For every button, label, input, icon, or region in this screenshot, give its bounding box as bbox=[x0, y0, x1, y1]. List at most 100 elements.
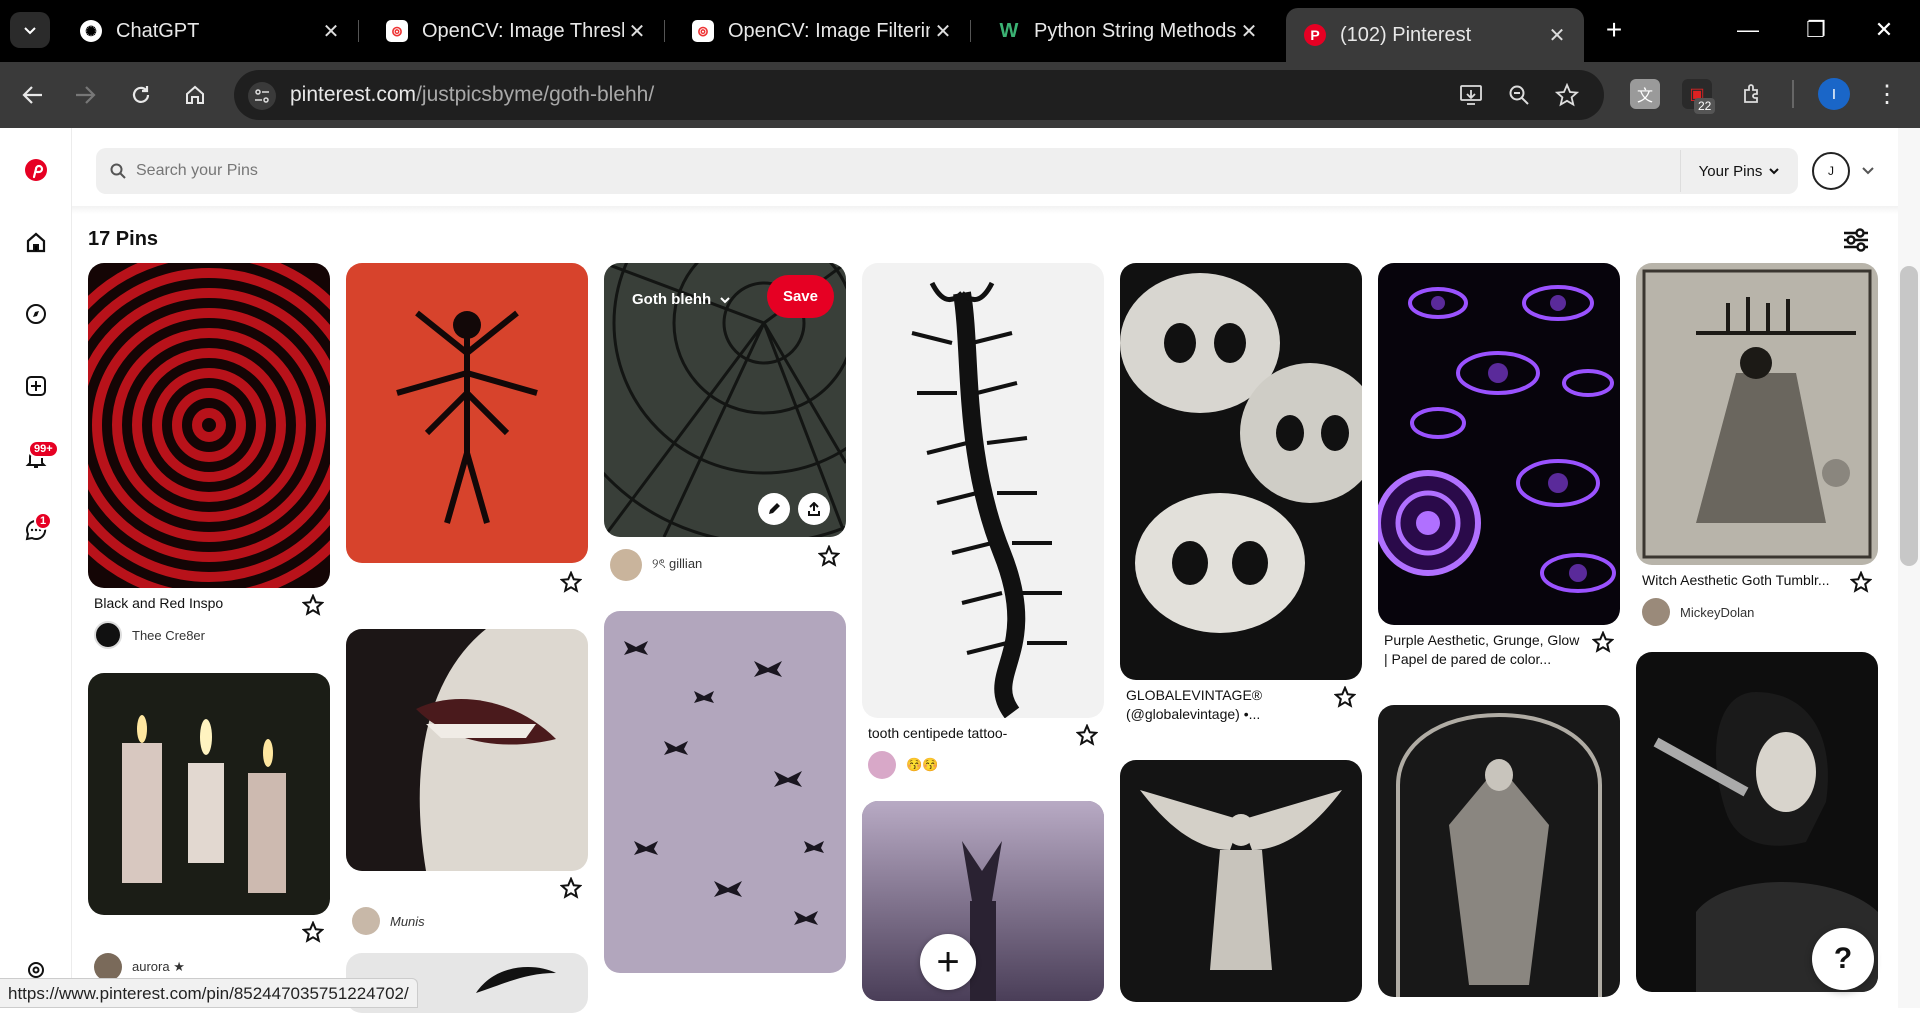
favorite-star-icon[interactable] bbox=[302, 594, 324, 616]
tab-search-button[interactable] bbox=[10, 12, 50, 48]
bookmark-star-icon[interactable] bbox=[1554, 82, 1580, 108]
url-text: pinterest.com/justpicsbyme/goth-blehh/ bbox=[290, 83, 654, 107]
opencv-favicon-icon: ⊚ bbox=[386, 20, 408, 42]
pin-image-centipede[interactable] bbox=[862, 263, 1104, 718]
pin-image-gothic-angel[interactable] bbox=[1378, 705, 1620, 997]
scrollbar-track[interactable] bbox=[1898, 128, 1920, 1008]
site-info-icon[interactable] bbox=[248, 82, 276, 110]
close-tab-icon[interactable]: ✕ bbox=[1236, 18, 1262, 44]
close-tab-icon[interactable]: ✕ bbox=[930, 18, 956, 44]
pin-image-angel-statue-fog[interactable] bbox=[862, 801, 1104, 1001]
your-pins-dropdown[interactable]: Your Pins bbox=[1680, 150, 1798, 192]
home-button[interactable] bbox=[176, 76, 214, 114]
create-plus-icon[interactable] bbox=[18, 368, 54, 404]
pin-image-candles[interactable] bbox=[88, 673, 330, 915]
add-plus-button[interactable]: + bbox=[920, 934, 976, 990]
pin-creator[interactable]: Munis bbox=[346, 907, 588, 935]
pin-image-purple-eyes[interactable] bbox=[1378, 263, 1620, 625]
home-nav-icon[interactable] bbox=[18, 224, 54, 260]
pin-image-bats[interactable] bbox=[604, 611, 846, 973]
back-button[interactable] bbox=[14, 76, 52, 114]
pin-image-red-spiral[interactable] bbox=[88, 263, 330, 588]
pin-image-spiderweb-window[interactable]: Goth blehh Save bbox=[604, 263, 846, 537]
scrollbar-thumb[interactable] bbox=[1900, 266, 1918, 566]
favorite-star-icon[interactable] bbox=[1850, 571, 1872, 593]
pin-card[interactable]: aurora ★ bbox=[88, 673, 330, 981]
close-window-icon[interactable]: ✕ bbox=[1862, 10, 1906, 50]
filter-sliders-icon[interactable] bbox=[1840, 226, 1872, 254]
pin-column: Goth blehh Save ୨ৎ gillian bbox=[604, 263, 846, 973]
favorite-star-icon[interactable] bbox=[1334, 686, 1356, 708]
install-app-icon[interactable] bbox=[1458, 82, 1484, 108]
pin-card[interactable] bbox=[604, 611, 846, 973]
pin-card[interactable] bbox=[862, 801, 1104, 1001]
tab-opencv-filtering[interactable]: ⊚ OpenCV: Image Filtering ✕ bbox=[674, 8, 971, 54]
pin-creator[interactable]: Thee Cre8er bbox=[94, 621, 324, 649]
tab-python-string-methods[interactable]: W Python String Methods ✕ bbox=[980, 8, 1276, 54]
pin-image-skulls[interactable] bbox=[1120, 263, 1362, 680]
close-tab-icon[interactable]: ✕ bbox=[318, 18, 344, 44]
favorite-star-icon[interactable] bbox=[818, 545, 840, 567]
pin-creator[interactable]: ୨ৎ gillian bbox=[610, 549, 840, 581]
favorite-star-icon[interactable] bbox=[1076, 724, 1098, 746]
favorite-star-icon[interactable] bbox=[560, 571, 582, 593]
extensions-puzzle-icon[interactable] bbox=[1738, 79, 1768, 109]
pin-title[interactable]: GLOBALEVINTAGE® (@globalevintage) •... bbox=[1126, 686, 1326, 724]
zoom-icon[interactable] bbox=[1506, 82, 1532, 108]
pin-meta bbox=[88, 915, 330, 955]
save-button[interactable]: Save bbox=[766, 275, 834, 318]
pin-card[interactable]: Munis bbox=[346, 629, 588, 1013]
pin-image-vampire-lips[interactable] bbox=[346, 629, 588, 871]
reload-button[interactable] bbox=[122, 76, 160, 114]
pin-card[interactable] bbox=[1120, 760, 1362, 1002]
pin-image-winged-figure[interactable] bbox=[1120, 760, 1362, 1002]
pin-card[interactable]: Goth blehh Save ୨ৎ gillian bbox=[604, 263, 846, 581]
search-icon bbox=[110, 163, 126, 179]
board-selector[interactable]: Goth blehh bbox=[632, 291, 731, 308]
share-upload-icon[interactable] bbox=[798, 493, 830, 525]
edit-pencil-icon[interactable] bbox=[758, 493, 790, 525]
new-tab-button[interactable]: + bbox=[1592, 10, 1636, 50]
favorite-star-icon[interactable] bbox=[560, 877, 582, 899]
url-path: /justpicsbyme/goth-blehh/ bbox=[416, 83, 655, 106]
account-avatar[interactable]: J bbox=[1812, 152, 1850, 190]
close-tab-icon[interactable]: ✕ bbox=[624, 18, 650, 44]
minimize-window-icon[interactable]: — bbox=[1726, 10, 1770, 50]
explore-compass-icon[interactable] bbox=[18, 296, 54, 332]
favorite-star-icon[interactable] bbox=[1592, 631, 1614, 653]
pin-creator[interactable]: 😚😚 bbox=[868, 751, 1098, 779]
pin-creator[interactable]: aurora ★ bbox=[88, 953, 330, 981]
pin-card[interactable]: Witch Aesthetic Goth Tumblr... MickeyDol… bbox=[1636, 263, 1878, 626]
board-selector-label: Goth blehh bbox=[632, 291, 712, 308]
profile-avatar[interactable]: I bbox=[1818, 78, 1850, 110]
tab-pinterest[interactable]: P (102) Pinterest ✕ bbox=[1286, 8, 1584, 62]
pin-card[interactable]: tooth centipede tattoo- 😚😚 bbox=[862, 263, 1104, 779]
pin-card[interactable]: Purple Aesthetic, Grunge, Glow | Papel d… bbox=[1378, 263, 1620, 669]
pin-title[interactable]: Witch Aesthetic Goth Tumblr... bbox=[1642, 571, 1842, 590]
pin-card[interactable] bbox=[1378, 705, 1620, 997]
pin-title[interactable]: Black and Red Inspo bbox=[94, 594, 294, 613]
search-bar[interactable] bbox=[96, 148, 1798, 194]
restore-window-icon[interactable]: ❐ bbox=[1794, 10, 1838, 50]
pin-card[interactable] bbox=[346, 263, 588, 609]
address-bar[interactable]: pinterest.com/justpicsbyme/goth-blehh/ bbox=[234, 70, 1604, 120]
pinterest-logo-icon[interactable] bbox=[18, 152, 54, 188]
status-bar-url: https://www.pinterest.com/pin/8524470357… bbox=[0, 978, 418, 1008]
pin-image-witch-illustration[interactable] bbox=[1636, 263, 1878, 565]
pin-creator[interactable]: MickeyDolan bbox=[1642, 598, 1872, 626]
browser-menu-icon[interactable]: ⋮ bbox=[1872, 76, 1902, 112]
tab-opencv-threshold[interactable]: ⊚ OpenCV: Image Threshol ✕ bbox=[368, 8, 665, 54]
extension-icon[interactable]: ⽂ bbox=[1630, 79, 1660, 109]
help-button[interactable]: ? bbox=[1812, 928, 1874, 990]
forward-button[interactable] bbox=[66, 76, 104, 114]
account-chevron-icon[interactable] bbox=[1858, 160, 1878, 180]
pin-card[interactable]: GLOBALEVINTAGE® (@globalevintage) •... bbox=[1120, 263, 1362, 724]
pin-title[interactable]: Purple Aesthetic, Grunge, Glow | Papel d… bbox=[1384, 631, 1584, 669]
close-tab-icon[interactable]: ✕ bbox=[1544, 22, 1570, 48]
pin-title[interactable]: tooth centipede tattoo- bbox=[868, 724, 1068, 743]
pin-image-red-demon[interactable] bbox=[346, 263, 588, 563]
search-input[interactable] bbox=[136, 162, 1636, 180]
pin-card[interactable]: Black and Red Inspo Thee Cre8er bbox=[88, 263, 330, 649]
favorite-star-icon[interactable] bbox=[302, 921, 324, 943]
tab-chatgpt[interactable]: ✺ ChatGPT ✕ bbox=[62, 8, 359, 54]
